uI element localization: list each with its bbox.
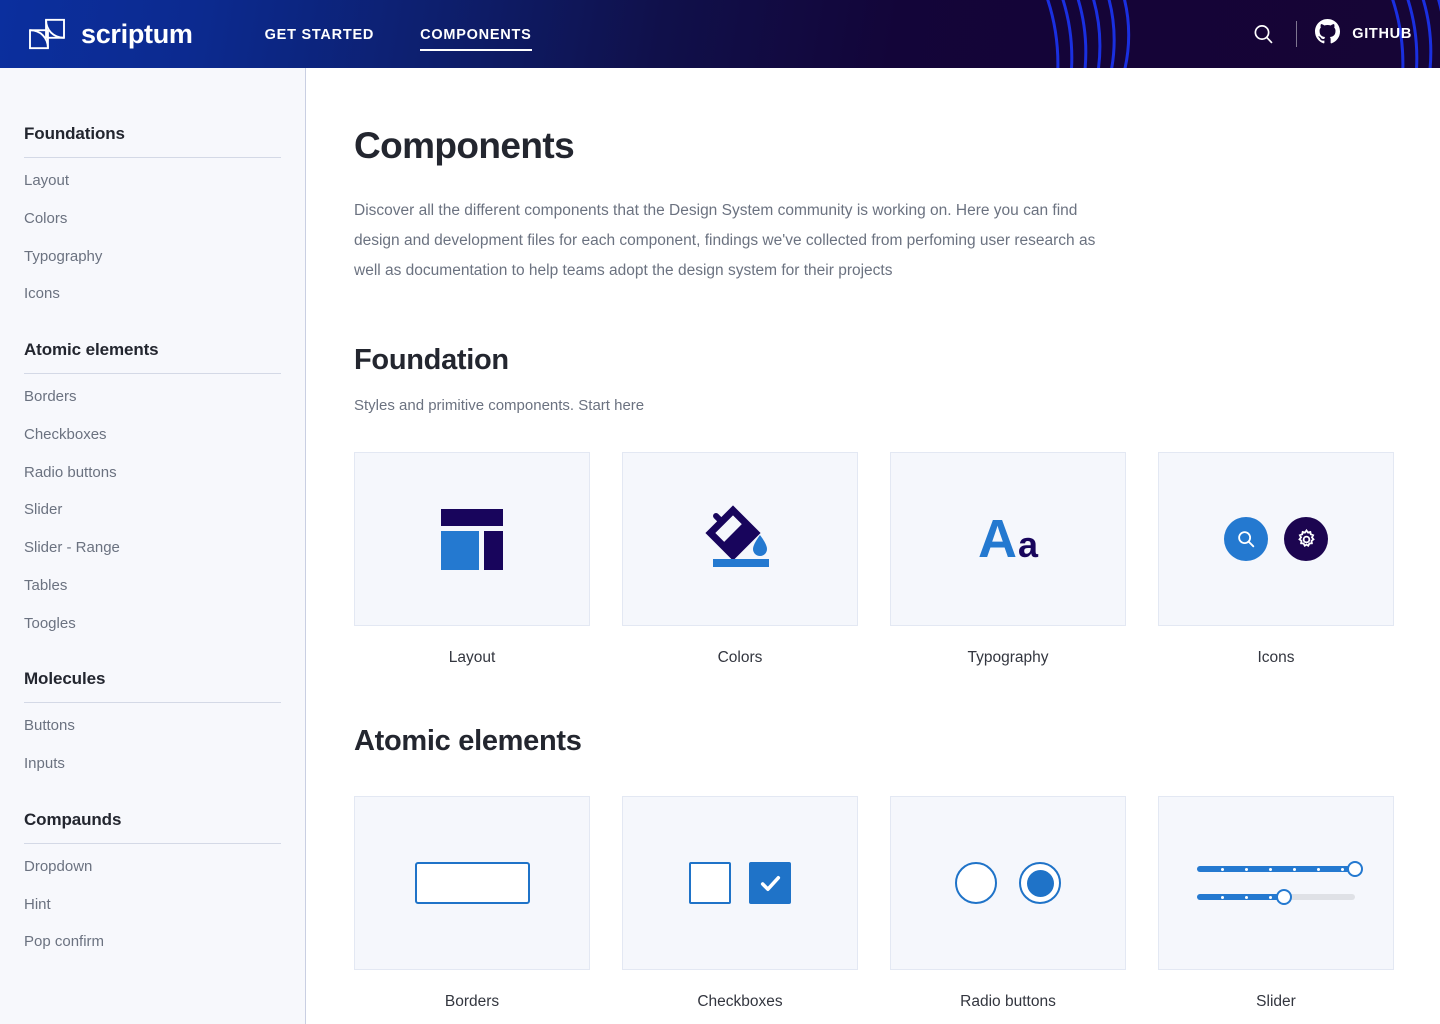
page-shell: Foundations Layout Colors Typography Ico… <box>0 68 1440 1024</box>
card-tile[interactable] <box>354 452 590 627</box>
sidebar-group-compaunds: Compaunds Dropdown Hint Pop confirm <box>24 810 281 960</box>
layout-icon <box>441 508 503 570</box>
card-tile[interactable] <box>622 452 858 627</box>
slider-track-partial <box>1197 887 1355 907</box>
card-colors[interactable]: Colors <box>622 452 858 667</box>
section-atomic-elements: Atomic elements Borders Checkboxes Radio… <box>354 725 1440 1011</box>
glyph-lowercase-a: a <box>1017 524 1039 566</box>
sidebar-group-foundations: Foundations Layout Colors Typography Ico… <box>24 124 281 312</box>
github-icon <box>1315 19 1341 49</box>
sidebar-group-atomic-elements: Atomic elements Borders Checkboxes Radio… <box>24 340 281 641</box>
sidebar-group-molecules: Molecules Buttons Inputs <box>24 669 281 782</box>
card-label: Radio buttons <box>960 993 1056 1011</box>
app-header: scriptum GET STARTED COMPONENTS GITHUB <box>0 0 1440 68</box>
typography-icon: A a <box>978 512 1038 566</box>
icons-preview <box>1224 517 1328 562</box>
card-label: Borders <box>444 993 500 1011</box>
paint-bucket-icon <box>705 505 769 568</box>
sidebar-item-slider[interactable]: Slider <box>24 490 281 528</box>
border-rectangle-icon <box>414 862 530 905</box>
page-description: Discover all the different components th… <box>354 201 1096 280</box>
glyph-uppercase-a: A <box>977 509 1017 570</box>
section-title: Foundation <box>354 344 509 377</box>
brand-logo[interactable]: scriptum <box>28 17 193 51</box>
card-label: Slider <box>1256 993 1296 1011</box>
checkbox-preview <box>689 862 791 905</box>
card-tile[interactable] <box>354 796 590 971</box>
slider-track-full <box>1197 859 1363 879</box>
radio-preview <box>955 862 1061 905</box>
sidebar-item-icons[interactable]: Icons <box>24 274 281 312</box>
card-tile[interactable] <box>890 796 1126 971</box>
sidebar-item-pop-confirm[interactable]: Pop confirm <box>24 922 281 960</box>
sidebar-item-checkboxes[interactable]: Checkboxes <box>24 415 281 453</box>
foundation-card-grid: Layout Colors A a Typography Icons <box>354 452 1440 667</box>
card-tile[interactable]: A a <box>890 452 1126 627</box>
card-label: Colors <box>717 649 763 667</box>
primary-nav: GET STARTED COMPONENTS <box>265 0 532 68</box>
card-layout[interactable]: Layout <box>354 452 590 667</box>
sidebar-group-title: Compaunds <box>24 810 281 844</box>
search-icon[interactable] <box>1248 19 1278 49</box>
card-typography[interactable]: A a Typography <box>890 452 1126 667</box>
sidebar-group-title: Atomic elements <box>24 340 281 374</box>
header-actions: GITHUB <box>1248 19 1412 49</box>
sidebar-item-hint[interactable]: Hint <box>24 885 281 923</box>
sidebar-item-radio-buttons[interactable]: Radio buttons <box>24 453 281 491</box>
sidebar-item-borders[interactable]: Borders <box>24 374 281 415</box>
section-subtitle: Styles and primitive components. Start h… <box>354 397 645 415</box>
radio-selected-icon <box>1019 862 1061 905</box>
brand-name: scriptum <box>81 18 193 49</box>
gear-icon <box>1284 517 1328 562</box>
slider-thumb[interactable] <box>1275 889 1292 906</box>
sidebar-item-layout[interactable]: Layout <box>24 158 281 199</box>
slider-thumb[interactable] <box>1347 861 1363 878</box>
sidebar-item-tables[interactable]: Tables <box>24 566 281 604</box>
sidebar-item-dropdown[interactable]: Dropdown <box>24 844 281 885</box>
atomic-card-grid: Borders Checkboxes Radio buttons Slider <box>354 796 1440 1011</box>
card-checkboxes[interactable]: Checkboxes <box>622 796 858 1011</box>
card-label: Typography <box>967 649 1049 667</box>
card-tile[interactable] <box>1158 796 1394 971</box>
card-tile[interactable] <box>1158 452 1394 627</box>
sidebar-group-title: Foundations <box>24 124 281 158</box>
sidebar-item-slider-range[interactable]: Slider - Range <box>24 528 281 566</box>
nav-item-components[interactable]: COMPONENTS <box>420 6 532 63</box>
card-label: Checkboxes <box>697 993 783 1011</box>
section-title: Atomic elements <box>354 725 582 758</box>
card-slider[interactable]: Slider <box>1158 796 1394 1011</box>
card-borders[interactable]: Borders <box>354 796 590 1011</box>
github-link[interactable]: GITHUB <box>1315 19 1412 49</box>
card-tile[interactable] <box>622 796 858 971</box>
sidebar-item-typography[interactable]: Typography <box>24 237 281 275</box>
github-label: GITHUB <box>1352 26 1412 42</box>
header-divider <box>1296 21 1298 47</box>
sidebar-item-colors[interactable]: Colors <box>24 199 281 237</box>
sidebar-item-toogles[interactable]: Toogles <box>24 604 281 642</box>
nav-item-get-started[interactable]: GET STARTED <box>265 6 374 63</box>
card-icons[interactable]: Icons <box>1158 452 1394 667</box>
sidebar-item-inputs[interactable]: Inputs <box>24 744 281 782</box>
page-title: Components <box>354 125 575 166</box>
sidebar-item-buttons[interactable]: Buttons <box>24 703 281 744</box>
header-arc-decoration <box>1046 0 1440 68</box>
section-foundation: Foundation Styles and primitive componen… <box>354 344 1440 667</box>
slider-preview <box>1197 851 1363 915</box>
main-content: Components Discover all the different co… <box>306 68 1440 1024</box>
sidebar-group-title: Molecules <box>24 669 281 704</box>
search-icon <box>1224 517 1268 562</box>
radio-unselected-icon <box>955 862 997 905</box>
checkbox-checked-icon <box>749 862 791 905</box>
card-label: Layout <box>448 649 496 667</box>
card-radio-buttons[interactable]: Radio buttons <box>890 796 1126 1011</box>
checkbox-unchecked-icon <box>689 862 731 905</box>
scriptum-cube-logo-icon <box>29 18 65 50</box>
sidebar-nav: Foundations Layout Colors Typography Ico… <box>0 68 306 1024</box>
card-label: Icons <box>1257 649 1295 667</box>
